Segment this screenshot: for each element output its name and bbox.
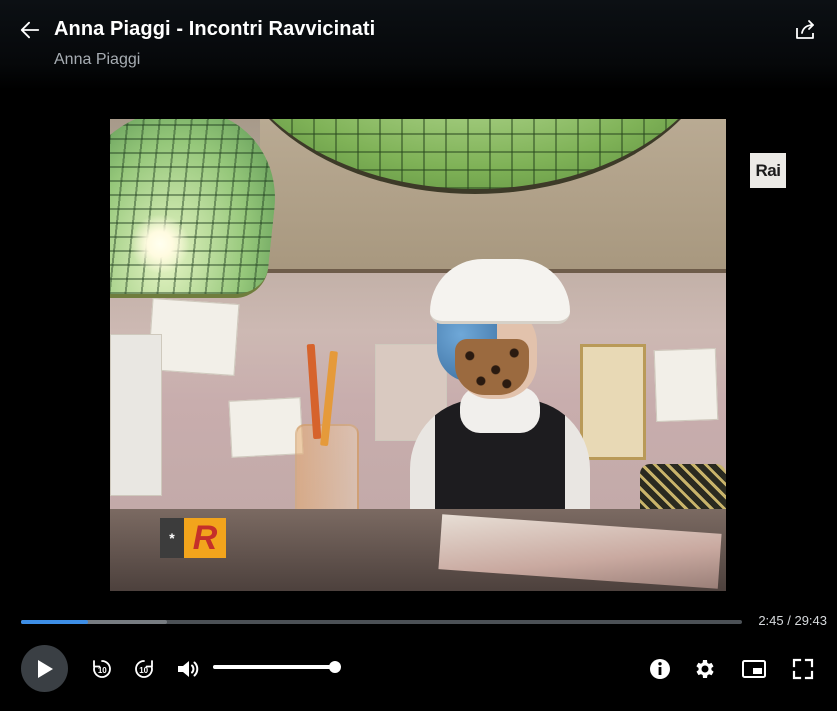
rewind-10-button[interactable]: 10	[89, 656, 115, 682]
settings-button[interactable]	[692, 656, 718, 682]
volume-button[interactable]	[175, 656, 201, 682]
video-scene-note	[228, 397, 304, 458]
video-scene-mask	[455, 339, 529, 395]
video-title: Anna Piaggi - Incontri Ravvicinati	[54, 18, 376, 40]
info-icon	[650, 659, 670, 679]
control-bar: 10 10	[0, 640, 837, 700]
player-header: Anna Piaggi - Incontri Ravvicinati Anna …	[0, 0, 837, 90]
time-display: 2:45 / 29:43	[758, 613, 827, 628]
progress-bar[interactable]	[21, 620, 742, 624]
video-scene-lightbulb	[130, 214, 190, 274]
info-button[interactable]	[647, 656, 673, 682]
video-scene-note	[110, 334, 162, 496]
video-scene-book	[653, 347, 719, 423]
volume-thumb[interactable]	[329, 661, 341, 673]
rewind-10-icon: 10	[93, 660, 111, 678]
fullscreen-icon	[792, 658, 814, 680]
video-scene-frame	[580, 344, 646, 460]
rai-storia-logo: * R	[160, 518, 226, 558]
share-icon	[796, 20, 814, 39]
video-player: Anna Piaggi - Incontri Ravvicinati Anna …	[0, 0, 837, 711]
rai-channel-logo: Rai	[750, 153, 786, 188]
svg-text:10: 10	[98, 666, 107, 675]
forward-10-button[interactable]: 10	[131, 656, 157, 682]
video-subtitle: Anna Piaggi	[54, 51, 141, 68]
share-button[interactable]	[789, 14, 821, 46]
video-scene-left-lamp	[110, 119, 285, 298]
rai-storia-logo-mark: *	[160, 518, 184, 558]
svg-text:10: 10	[139, 666, 148, 675]
volume-slider[interactable]	[213, 661, 341, 673]
gear-icon	[696, 660, 714, 678]
back-button[interactable]	[14, 14, 46, 46]
picture-in-picture-button[interactable]	[740, 656, 768, 682]
play-icon	[37, 659, 53, 678]
video-scene-hat	[430, 259, 570, 324]
rai-storia-logo-letter: R	[184, 518, 226, 558]
progress-played	[21, 620, 88, 624]
forward-10-icon: 10	[135, 660, 153, 678]
fullscreen-button[interactable]	[790, 656, 816, 682]
back-arrow-icon	[20, 21, 40, 39]
volume-level	[213, 665, 335, 669]
volume-icon	[178, 661, 199, 677]
play-button[interactable]	[21, 645, 68, 692]
picture-in-picture-icon	[742, 660, 766, 678]
